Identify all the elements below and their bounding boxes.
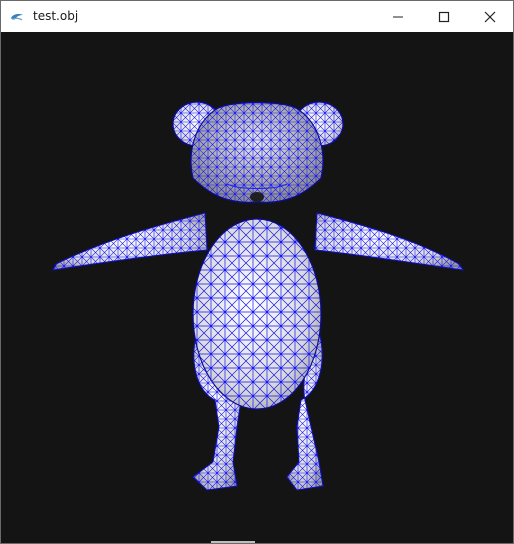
close-button[interactable]: [467, 1, 513, 32]
maximize-icon: [438, 11, 450, 22]
title-bar[interactable]: test.obj: [1, 1, 513, 32]
nose: [250, 192, 264, 202]
left-arm: [52, 212, 208, 271]
render-viewport[interactable]: [1, 32, 513, 543]
window-controls: [375, 1, 513, 32]
minimize-icon: [393, 16, 403, 17]
minimize-button[interactable]: [375, 1, 421, 32]
right-arm: [314, 212, 465, 271]
window-title: test.obj: [33, 9, 79, 23]
app-icon: [9, 9, 25, 25]
head: [190, 101, 324, 203]
torso: [192, 218, 322, 410]
mouse-model-render: [52, 101, 465, 491]
close-icon: [484, 11, 496, 22]
taskbar-edge-indicator: [211, 541, 255, 543]
app-window: test.obj: [0, 0, 514, 544]
maximize-button[interactable]: [421, 1, 467, 32]
